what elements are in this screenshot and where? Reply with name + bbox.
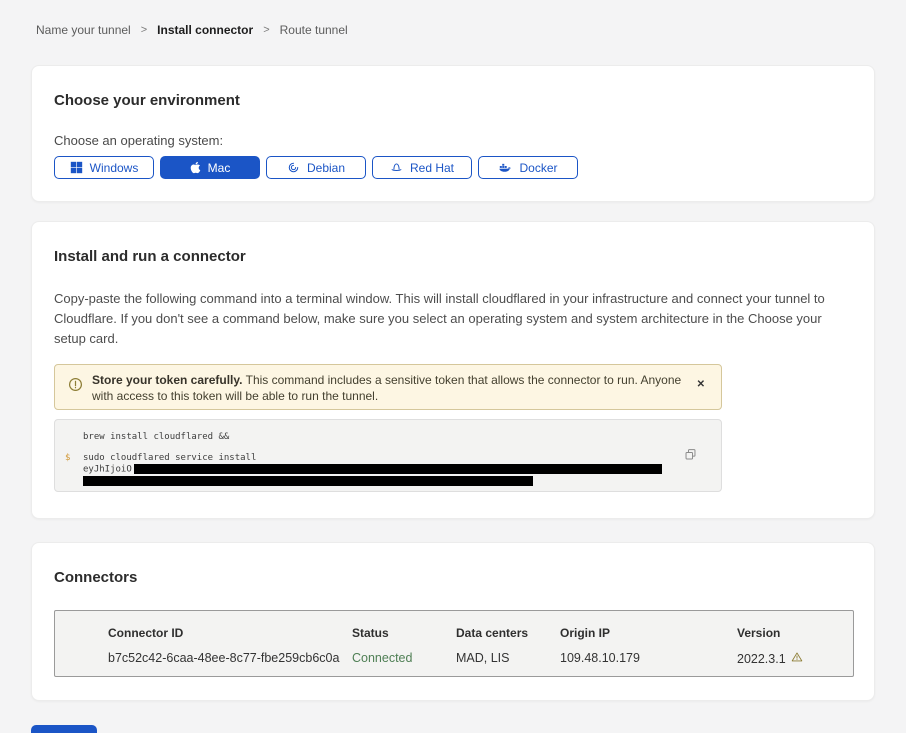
breadcrumb-install-connector[interactable]: Install connector (157, 23, 253, 37)
os-button-label: Docker (519, 161, 557, 175)
os-button-redhat[interactable]: Red Hat (372, 156, 472, 179)
os-button-label: Debian (307, 161, 345, 175)
token-warning-title: Store your token carefully. (92, 373, 243, 387)
windows-icon (70, 161, 83, 174)
code-line-sudo: sudo cloudflared service install (83, 453, 721, 464)
token-redaction-bar (134, 464, 662, 474)
col-header-origin-ip: Origin IP (560, 626, 737, 651)
breadcrumb-name-your-tunnel[interactable]: Name your tunnel (36, 23, 131, 37)
os-button-debian[interactable]: Debian (266, 156, 366, 179)
col-header-data-centers: Data centers (456, 626, 560, 651)
connector-id-value: b7c52c42-6caa-48ee-8c77-fbe259cb6c0a (108, 651, 352, 666)
token-redaction-bar (83, 476, 533, 486)
breadcrumb-separator: > (141, 24, 147, 36)
environment-card: Choose your environment Choose an operat… (31, 65, 875, 202)
version-warning-icon (791, 651, 803, 666)
redhat-icon (390, 161, 403, 174)
status-badge: Connected (352, 651, 456, 666)
debian-icon (287, 161, 300, 174)
col-header-status: Status (352, 626, 456, 651)
table-row: b7c52c42-6caa-48ee-8c77-fbe259cb6c0a Con… (108, 651, 833, 666)
install-description: Copy-paste the following command into a … (54, 289, 854, 349)
col-header-version: Version (737, 626, 833, 651)
copy-icon[interactable] (682, 446, 699, 466)
apple-icon (190, 161, 201, 174)
docker-icon (498, 161, 512, 174)
os-button-label: Windows (90, 161, 139, 175)
version-number: 2022.3.1 (737, 652, 786, 666)
code-line-token: eyJhIjoiO (83, 464, 721, 476)
os-button-docker[interactable]: Docker (478, 156, 578, 179)
connectors-card: Connectors Connector ID Status Data cent… (31, 542, 875, 701)
breadcrumb-separator: > (263, 24, 269, 36)
os-select-label: Choose an operating system: (54, 133, 852, 148)
os-button-label: Mac (208, 161, 231, 175)
os-button-label: Red Hat (410, 161, 454, 175)
col-header-connector-id: Connector ID (108, 626, 352, 651)
token-warning-alert: Store your token carefully. This command… (54, 364, 722, 410)
os-button-group: Windows Mac Debian (54, 156, 852, 179)
connectors-card-title: Connectors (54, 569, 852, 586)
code-line-brew: brew install cloudflared && (83, 432, 721, 443)
connectors-table-header: Connector ID Status Data centers Origin … (108, 626, 833, 651)
os-button-windows[interactable]: Windows (54, 156, 154, 179)
info-icon (68, 377, 83, 397)
connectors-table: Connector ID Status Data centers Origin … (54, 610, 854, 677)
install-card-title: Install and run a connector (54, 248, 852, 265)
close-icon[interactable]: ✕ (691, 372, 711, 398)
token-prefix: eyJhIjoiO (83, 465, 132, 475)
install-connector-card: Install and run a connector Copy-paste t… (31, 221, 875, 519)
bottom-strip (0, 733, 906, 740)
token-warning-text: Store your token carefully. This command… (92, 372, 682, 404)
install-command-code-block: $ brew install cloudflared && sudo cloud… (54, 419, 722, 492)
breadcrumb: Name your tunnel > Install connector > R… (0, 0, 906, 37)
environment-card-title: Choose your environment (54, 92, 852, 109)
version-value: 2022.3.1 (737, 651, 833, 666)
os-button-mac[interactable]: Mac (160, 156, 260, 179)
origin-ip-value: 109.48.10.179 (560, 651, 737, 666)
breadcrumb-route-tunnel[interactable]: Route tunnel (280, 23, 348, 37)
shell-prompt: $ (65, 453, 70, 463)
data-centers-value: MAD, LIS (456, 651, 560, 666)
